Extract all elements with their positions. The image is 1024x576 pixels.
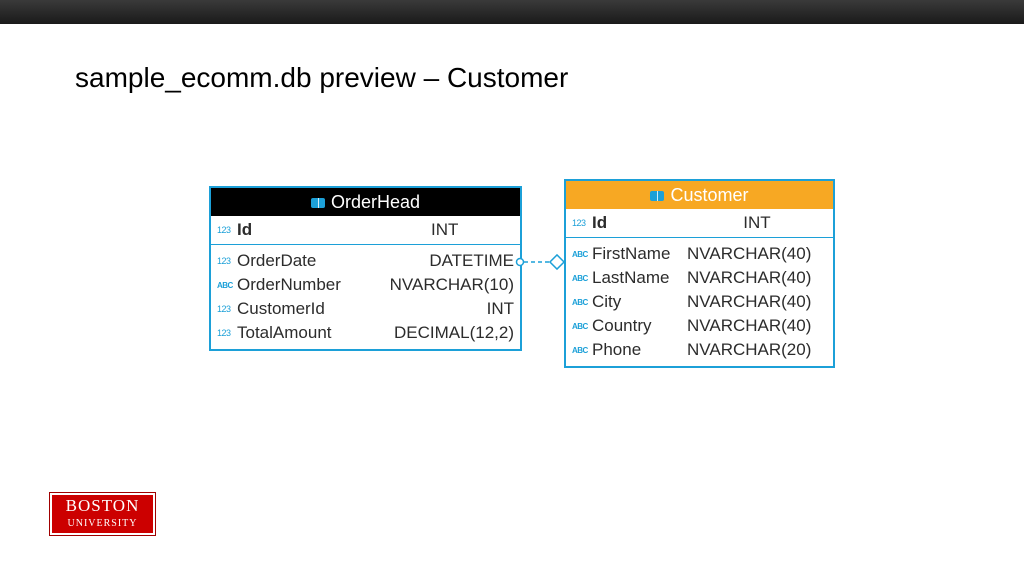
numeric-type-icon: [217, 305, 237, 314]
column-name: Country: [592, 316, 687, 336]
string-type-icon: [572, 298, 592, 307]
slide-title: sample_ecomm.db preview – Customer: [75, 62, 568, 94]
column-name: TotalAmount: [237, 323, 394, 343]
string-type-icon: [572, 346, 592, 355]
column-type: NVARCHAR(40): [687, 316, 811, 336]
string-type-icon: [572, 274, 592, 283]
column-type: NVARCHAR(20): [687, 340, 811, 360]
table-row: Country NVARCHAR(40): [566, 314, 833, 338]
string-type-icon: [572, 250, 592, 259]
logo-line2: UNIVERSITY: [50, 517, 155, 531]
string-type-icon: [572, 322, 592, 331]
logo-line1: BOSTON: [50, 493, 155, 517]
table-row: Id INT: [566, 209, 833, 238]
column-name: Id: [592, 213, 687, 233]
table-row: LastName NVARCHAR(40): [566, 266, 833, 290]
column-type: NVARCHAR(40): [687, 268, 811, 288]
column-name: Id: [237, 220, 376, 240]
boston-university-logo: BOSTON UNIVERSITY: [49, 492, 156, 536]
relation-connector: [516, 252, 566, 272]
table-row: OrderNumber NVARCHAR(10): [211, 273, 520, 297]
table-customer: Customer Id INT FirstName NVARCHAR(40) L…: [564, 179, 835, 368]
column-type: NVARCHAR(40): [687, 244, 811, 264]
table-row: OrderDate DATETIME: [211, 249, 520, 273]
column-type: INT: [487, 299, 514, 319]
table-icon: [650, 191, 664, 201]
column-type: DECIMAL(12,2): [394, 323, 514, 343]
table-row: TotalAmount DECIMAL(12,2): [211, 321, 520, 349]
window-top-bar: [0, 0, 1024, 24]
table-customer-header: Customer: [566, 181, 833, 209]
column-name: OrderNumber: [237, 275, 390, 295]
column-name: FirstName: [592, 244, 687, 264]
table-icon: [311, 198, 325, 208]
column-name: CustomerId: [237, 299, 487, 319]
table-orderhead-header: OrderHead: [211, 188, 520, 216]
table-row: City NVARCHAR(40): [566, 290, 833, 314]
table-row: Id INT: [211, 216, 520, 245]
slide: sample_ecomm.db preview – Customer Order…: [0, 0, 1024, 576]
column-type: NVARCHAR(10): [390, 275, 514, 295]
table-customer-name: Customer: [670, 185, 748, 205]
column-type: DATETIME: [429, 251, 514, 271]
column-type: INT: [687, 213, 827, 233]
table-row: Phone NVARCHAR(20): [566, 338, 833, 366]
numeric-type-icon: [217, 257, 237, 266]
string-type-icon: [217, 281, 237, 290]
table-orderhead-name: OrderHead: [331, 192, 420, 212]
column-name: Phone: [592, 340, 687, 360]
numeric-type-icon: [572, 219, 592, 228]
column-name: OrderDate: [237, 251, 429, 271]
column-name: City: [592, 292, 687, 312]
column-type: NVARCHAR(40): [687, 292, 811, 312]
numeric-type-icon: [217, 329, 237, 338]
column-type: INT: [376, 220, 515, 240]
table-row: CustomerId INT: [211, 297, 520, 321]
column-name: LastName: [592, 268, 687, 288]
numeric-type-icon: [217, 226, 237, 235]
table-orderhead: OrderHead Id INT OrderDate DATETIME Orde…: [209, 186, 522, 351]
table-row: FirstName NVARCHAR(40): [566, 242, 833, 266]
